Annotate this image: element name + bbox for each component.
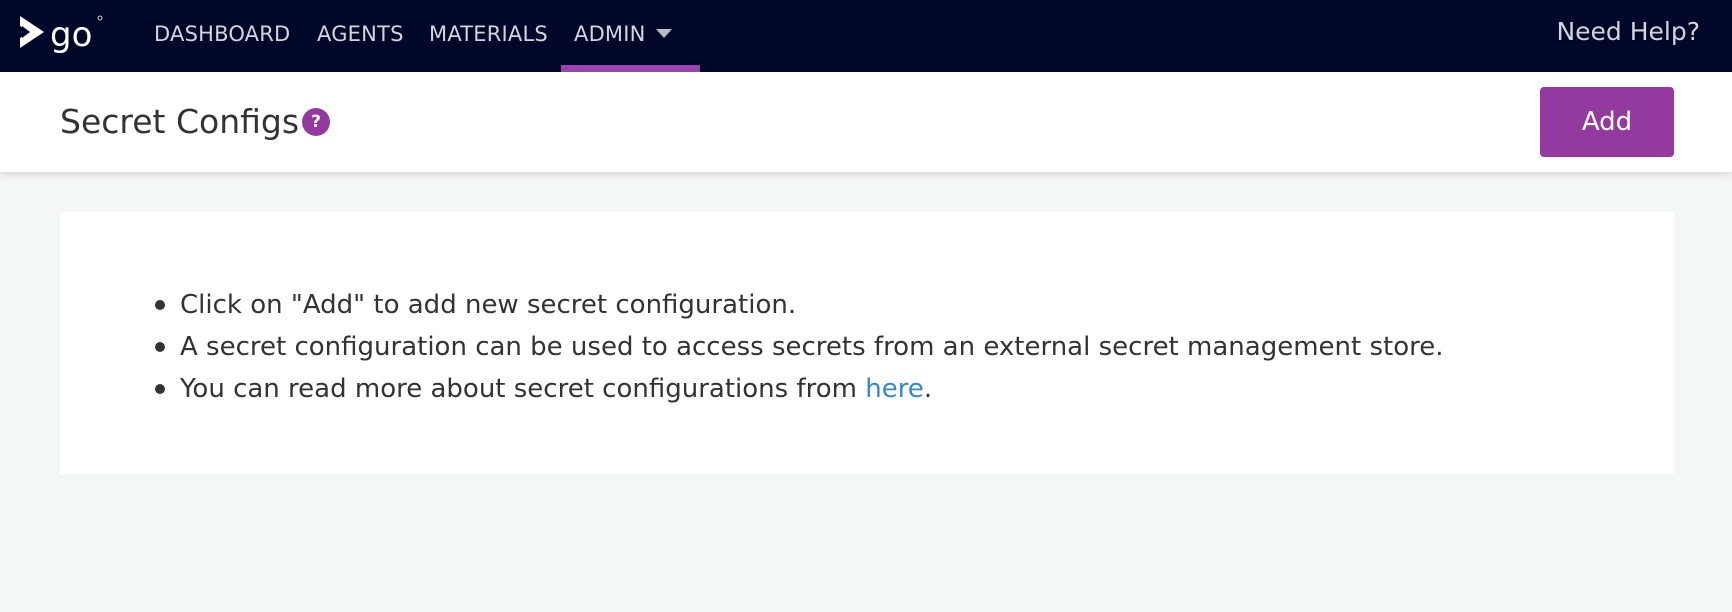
need-help-link[interactable]: Need Help? — [1556, 0, 1700, 64]
nav-item-label: AGENTS — [317, 22, 404, 46]
nav-item-label: DASHBOARD — [154, 22, 291, 46]
nav-item-agents[interactable]: AGENTS — [317, 0, 404, 72]
page-title: Secret Configs — [60, 102, 300, 141]
nav-item-label: ADMIN — [574, 22, 646, 46]
info-text: You can read more about secret configura… — [180, 374, 866, 404]
list-item: You can read more about secret configura… — [154, 368, 1443, 410]
nav-item-label: MATERIALS — [429, 22, 548, 46]
page-header: Secret Configs ? Add — [0, 72, 1732, 172]
nav-item-admin[interactable]: ADMIN — [561, 0, 700, 72]
info-panel: Click on "Add" to add new secret configu… — [60, 212, 1674, 474]
info-list: Click on "Add" to add new secret configu… — [154, 284, 1444, 410]
help-icon[interactable]: ? — [302, 108, 330, 136]
info-text: Click on "Add" to add new secret configu… — [180, 290, 797, 320]
info-text-suffix: . — [923, 374, 933, 404]
go-logo-icon: go — [20, 15, 103, 55]
list-item: A secret configuration can be used to ac… — [154, 326, 1444, 368]
nav-item-dashboard[interactable]: DASHBOARD — [154, 0, 290, 72]
top-navigation-bar: go DASHBOARD AGENTS MATERIALS ADMIN Need… — [0, 0, 1732, 72]
info-text: A secret configuration can be used to ac… — [180, 332, 1444, 362]
chevron-down-icon — [655, 29, 672, 38]
go-logo[interactable]: go — [20, 14, 104, 55]
logo-text: go — [50, 15, 92, 54]
docs-link[interactable]: here — [865, 374, 924, 404]
list-item: Click on "Add" to add new secret configu… — [154, 284, 1443, 326]
add-button[interactable]: Add — [1540, 87, 1674, 157]
nav-item-materials[interactable]: MATERIALS — [429, 0, 548, 72]
